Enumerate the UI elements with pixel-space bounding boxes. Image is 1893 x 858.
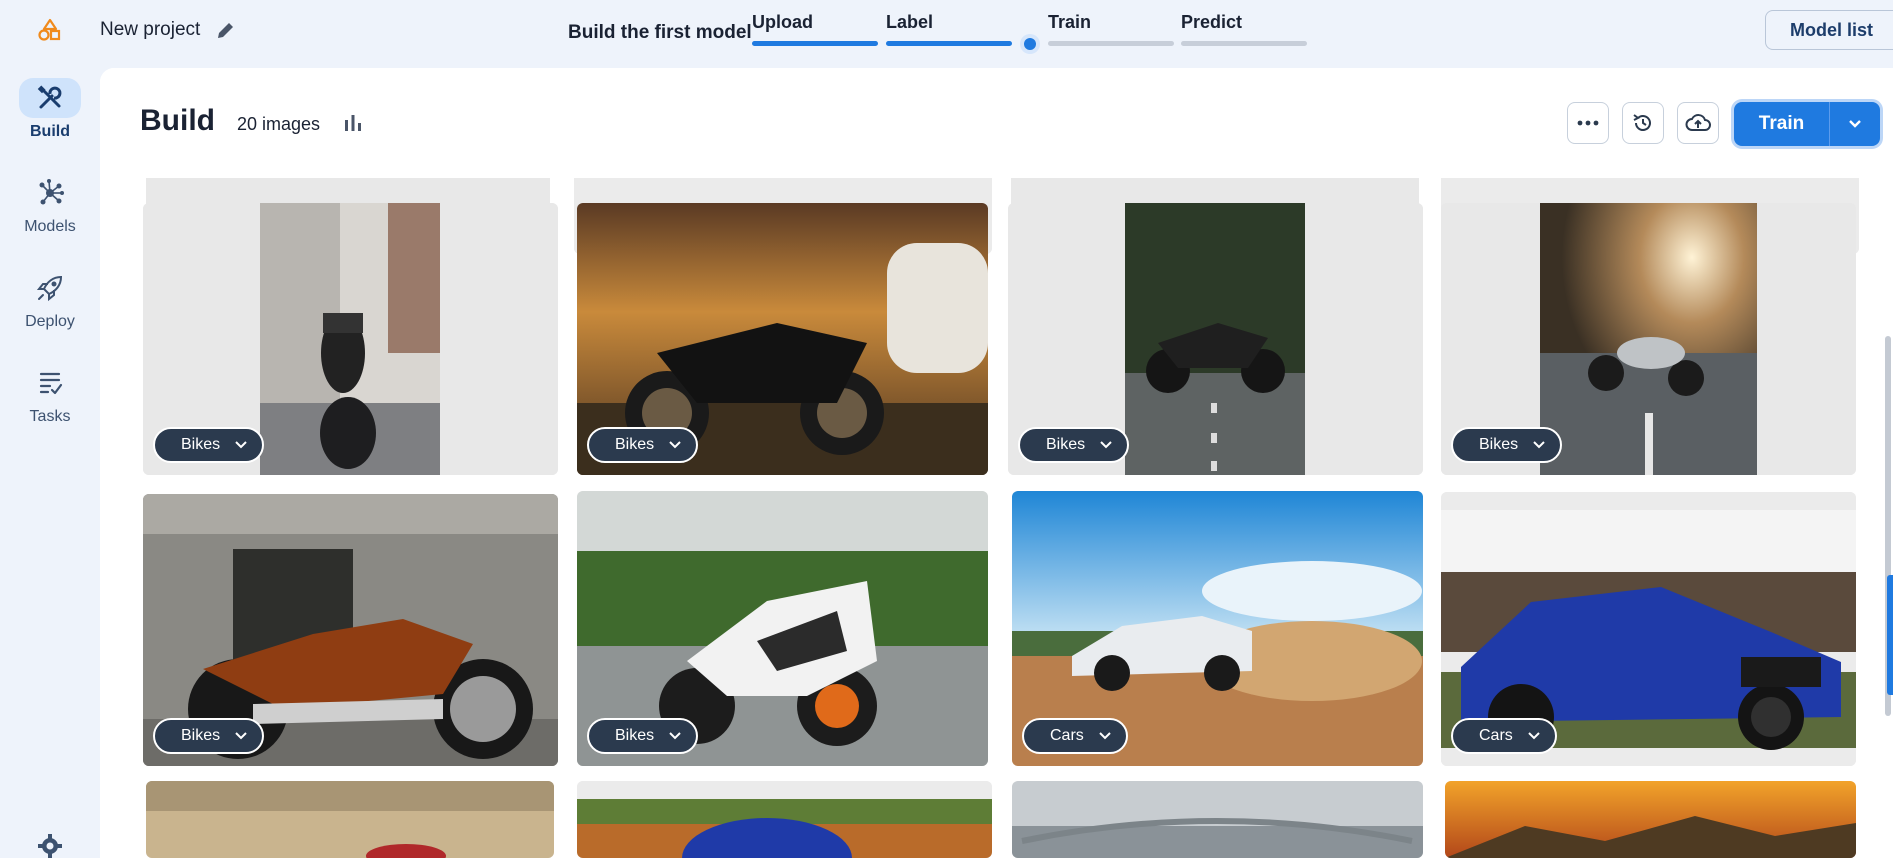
- step-progress-bar: [752, 41, 878, 46]
- step-upload[interactable]: Upload: [752, 12, 878, 52]
- label-dropdown[interactable]: Bikes: [587, 427, 699, 463]
- tools-icon: [37, 85, 62, 109]
- gear-icon[interactable]: [37, 833, 63, 858]
- project-name: New project: [100, 19, 201, 40]
- label-text: Cars: [1479, 727, 1513, 744]
- train-button[interactable]: Train: [1734, 102, 1880, 146]
- top-bar: New project Build the first model Upload…: [0, 0, 1893, 68]
- image-tile[interactable]: Bikes: [1441, 203, 1856, 475]
- step-label-step[interactable]: Label: [886, 12, 1012, 52]
- pencil-icon[interactable]: [214, 20, 236, 42]
- image-tile[interactable]: Bikes: [143, 494, 558, 766]
- image-tile-partial[interactable]: [1012, 781, 1423, 858]
- sidebar-item-tasks[interactable]: Tasks: [0, 363, 100, 443]
- label-dropdown[interactable]: Bikes: [153, 427, 265, 463]
- main-panel: Bikes Bikes Bikes Bikes Bikes Bikes Cars…: [100, 68, 1893, 858]
- app-logo-icon[interactable]: [36, 18, 64, 42]
- steps-title: Build the first model: [568, 22, 752, 43]
- model-list-button[interactable]: Model list: [1765, 10, 1893, 50]
- train-button-label[interactable]: Train: [1734, 102, 1830, 146]
- sidebar-item-build[interactable]: Build: [0, 78, 100, 158]
- label-text: Bikes: [181, 727, 221, 744]
- network-icon: [39, 179, 64, 205]
- more-icon: [1577, 120, 1599, 126]
- sidebar: Build Models Deploy Tasks: [0, 68, 100, 858]
- chevron-down-icon: [669, 441, 681, 449]
- label-dropdown[interactable]: Cars: [1451, 718, 1557, 754]
- image-tile-partial[interactable]: [1445, 781, 1856, 858]
- chevron-down-icon: [235, 441, 247, 449]
- page-title: Build: [140, 104, 215, 137]
- chevron-down-icon: [1849, 120, 1861, 128]
- label-text: Bikes: [615, 727, 655, 744]
- label-text: Bikes: [181, 436, 221, 453]
- image-tile[interactable]: Bikes: [1008, 203, 1423, 475]
- image-tile[interactable]: Bikes: [143, 203, 558, 475]
- label-text: Bikes: [615, 436, 655, 453]
- cloud-upload-icon: [1685, 114, 1711, 131]
- step-progress-bar: [1048, 41, 1174, 46]
- train-options-toggle[interactable]: [1830, 102, 1880, 146]
- image-tile[interactable]: Bikes: [577, 203, 988, 475]
- chevron-down-icon: [1100, 441, 1112, 449]
- sidebar-item-label: Tasks: [29, 408, 71, 425]
- bar-chart-icon[interactable]: [342, 112, 364, 134]
- photo: [1445, 781, 1856, 858]
- sidebar-item-label: Build: [30, 123, 70, 140]
- current-step-indicator: [1020, 34, 1040, 54]
- image-tile[interactable]: Cars: [1012, 491, 1423, 766]
- rocket-icon: [36, 275, 63, 302]
- photo: [1012, 781, 1423, 858]
- image-grid: Bikes Bikes Bikes Bikes Bikes Bikes Cars…: [100, 68, 1893, 858]
- photo: [146, 781, 554, 858]
- label-dropdown[interactable]: Bikes: [587, 718, 699, 754]
- chevron-down-icon: [235, 732, 247, 740]
- sidebar-item-label: Models: [24, 218, 76, 235]
- photo: [577, 781, 992, 858]
- step-train[interactable]: Train: [1048, 12, 1174, 52]
- sidebar-item-deploy[interactable]: Deploy: [0, 268, 100, 348]
- chevron-down-icon: [1533, 441, 1545, 449]
- label-text: Bikes: [1479, 436, 1519, 453]
- image-tile-partial[interactable]: [577, 781, 992, 858]
- image-tile[interactable]: Bikes: [577, 491, 988, 766]
- step-predict[interactable]: Predict: [1181, 12, 1307, 52]
- step-label: Train: [1048, 12, 1092, 32]
- image-count: 20 images: [237, 114, 321, 134]
- upload-button[interactable]: [1677, 102, 1719, 144]
- label-text: Cars: [1050, 727, 1084, 744]
- history-icon: [1633, 114, 1651, 131]
- image-tile[interactable]: Cars: [1441, 492, 1856, 766]
- sidebar-item-label: Deploy: [25, 313, 75, 330]
- step-label: Upload: [752, 12, 813, 32]
- label-dropdown[interactable]: Bikes: [1451, 427, 1563, 463]
- more-options-button[interactable]: [1567, 102, 1609, 144]
- step-label: Label: [886, 12, 934, 32]
- step-progress-bar: [1181, 41, 1307, 46]
- image-tile-partial[interactable]: [146, 781, 554, 858]
- step-label: Predict: [1181, 12, 1243, 32]
- history-button[interactable]: [1622, 102, 1664, 144]
- chevron-down-icon: [1528, 732, 1540, 740]
- side-panel-tab[interactable]: [1887, 575, 1893, 695]
- chevron-down-icon: [669, 732, 681, 740]
- step-progress-bar: [886, 41, 1012, 46]
- tasks-icon: [39, 372, 63, 395]
- label-dropdown[interactable]: Cars: [1022, 718, 1128, 754]
- label-text: Bikes: [1046, 436, 1086, 453]
- label-dropdown[interactable]: Bikes: [153, 718, 265, 754]
- sidebar-item-models[interactable]: Models: [0, 173, 100, 253]
- label-dropdown[interactable]: Bikes: [1018, 427, 1130, 463]
- chevron-down-icon: [1099, 732, 1111, 740]
